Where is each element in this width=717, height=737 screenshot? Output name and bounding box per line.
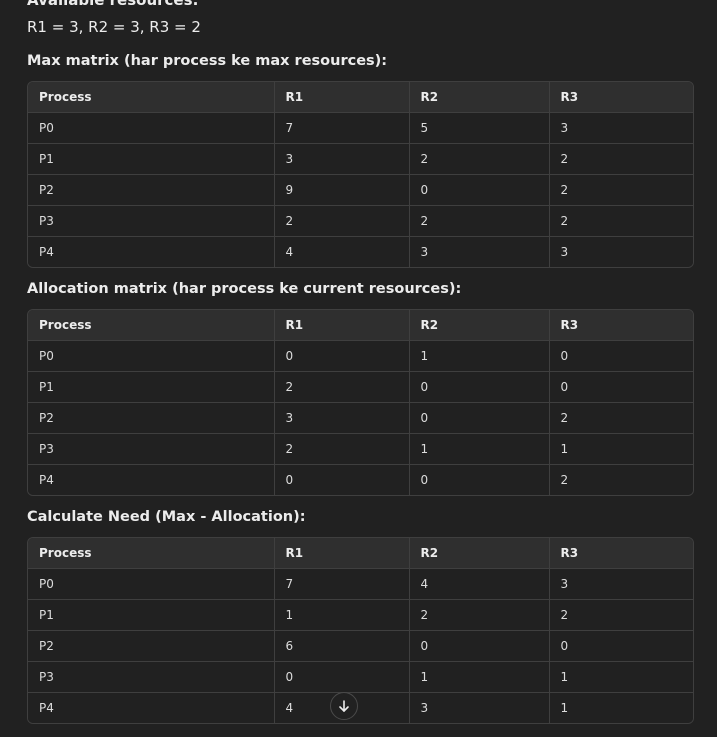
table-cell: 2 (548, 464, 693, 495)
arrow-down-icon (337, 699, 351, 713)
table-cell: 0 (548, 630, 693, 662)
table-cell: 2 (548, 205, 693, 237)
table-cell: 1 (273, 599, 409, 631)
table-cell: 2 (408, 599, 549, 631)
table-cell: 3 (548, 112, 693, 144)
table-cell: 1 (408, 433, 549, 465)
table-cell: 3 (548, 236, 693, 267)
table-row: P3 2 2 2 (28, 205, 693, 237)
table-cell: 4 (273, 236, 409, 267)
table-cell: P3 (28, 433, 274, 465)
table-cell: 0 (273, 340, 409, 372)
table-cell: 3 (408, 236, 549, 267)
table-cell: 7 (273, 568, 409, 600)
table-cell: 2 (548, 143, 693, 175)
table-header-row: Process R1 R2 R3 (28, 310, 693, 341)
table-cell: 0 (408, 371, 549, 403)
table-cell: 0 (548, 340, 693, 372)
need-matrix-table: Process R1 R2 R3 P0 7 4 3 P1 1 2 2 P2 6 … (27, 537, 694, 724)
table-row: P2 9 0 2 (28, 174, 693, 206)
column-header-process: Process (28, 310, 274, 341)
table-cell: 2 (273, 371, 409, 403)
table-row: P2 3 0 2 (28, 402, 693, 434)
table-cell: 2 (408, 143, 549, 175)
table-cell: 0 (408, 402, 549, 434)
table-cell: P1 (28, 371, 274, 403)
table-cell: 0 (273, 661, 409, 693)
table-cell: P4 (28, 236, 274, 267)
table-cell: 0 (408, 174, 549, 206)
table-cell: 5 (408, 112, 549, 144)
column-header-r1: R1 (273, 538, 409, 569)
allocation-matrix-table: Process R1 R2 R3 P0 0 1 0 P1 2 0 0 P2 3 … (27, 309, 694, 496)
table-cell: 2 (408, 205, 549, 237)
column-header-r1: R1 (273, 82, 409, 113)
available-resources-heading: Available resources: (27, 0, 199, 9)
table-cell: 3 (408, 692, 549, 723)
table-row: P0 0 1 0 (28, 340, 693, 372)
column-header-process: Process (28, 538, 274, 569)
table-cell: P0 (28, 568, 274, 600)
table-cell: 3 (273, 402, 409, 434)
table-cell: P4 (28, 692, 274, 723)
table-row: P0 7 4 3 (28, 568, 693, 600)
column-header-r2: R2 (408, 538, 549, 569)
table-cell: 7 (273, 112, 409, 144)
table-cell: P0 (28, 340, 274, 372)
column-header-r2: R2 (408, 310, 549, 341)
table-row: P2 6 0 0 (28, 630, 693, 662)
table-row: P4 4 3 1 (28, 692, 693, 723)
table-cell: 2 (548, 174, 693, 206)
table-cell: 2 (273, 205, 409, 237)
table-header-row: Process R1 R2 R3 (28, 538, 693, 569)
available-resources-values: R1 = 3, R2 = 3, R3 = 2 (27, 18, 201, 36)
table-cell: P3 (28, 661, 274, 693)
table-cell: 0 (548, 371, 693, 403)
table-cell: P2 (28, 630, 274, 662)
table-row: P4 0 0 2 (28, 464, 693, 495)
table-cell: 0 (408, 464, 549, 495)
table-cell: 1 (408, 340, 549, 372)
table-cell: 2 (548, 402, 693, 434)
table-row: P0 7 5 3 (28, 112, 693, 144)
table-cell: 9 (273, 174, 409, 206)
table-cell: P1 (28, 599, 274, 631)
column-header-r3: R3 (548, 310, 693, 341)
table-cell: 1 (548, 433, 693, 465)
table-cell: P0 (28, 112, 274, 144)
table-cell: 3 (273, 143, 409, 175)
max-matrix-table: Process R1 R2 R3 P0 7 5 3 P1 3 2 2 P2 9 … (27, 81, 694, 268)
scroll-to-bottom-button[interactable] (330, 692, 358, 720)
table-cell: P2 (28, 402, 274, 434)
table-cell: 1 (548, 661, 693, 693)
table-cell: 2 (273, 433, 409, 465)
table-cell: 0 (408, 630, 549, 662)
table-cell: 3 (548, 568, 693, 600)
table-row: P1 3 2 2 (28, 143, 693, 175)
table-cell: P4 (28, 464, 274, 495)
column-header-r2: R2 (408, 82, 549, 113)
allocation-matrix-heading: Allocation matrix (har process ke curren… (27, 281, 462, 297)
table-cell: P1 (28, 143, 274, 175)
column-header-process: Process (28, 82, 274, 113)
table-cell: P3 (28, 205, 274, 237)
max-matrix-heading: Max matrix (har process ke max resources… (27, 53, 388, 69)
table-row: P1 2 0 0 (28, 371, 693, 403)
need-matrix-heading: Calculate Need (Max - Allocation): (27, 509, 306, 525)
table-header-row: Process R1 R2 R3 (28, 82, 693, 113)
table-cell: 0 (273, 464, 409, 495)
table-cell: P2 (28, 174, 274, 206)
table-row: P3 0 1 1 (28, 661, 693, 693)
column-header-r3: R3 (548, 538, 693, 569)
table-cell: 1 (408, 661, 549, 693)
column-header-r1: R1 (273, 310, 409, 341)
table-cell: 6 (273, 630, 409, 662)
table-cell: 4 (408, 568, 549, 600)
table-cell: 2 (548, 599, 693, 631)
table-cell: 1 (548, 692, 693, 723)
column-header-r3: R3 (548, 82, 693, 113)
table-row: P1 1 2 2 (28, 599, 693, 631)
table-row: P3 2 1 1 (28, 433, 693, 465)
table-row: P4 4 3 3 (28, 236, 693, 267)
